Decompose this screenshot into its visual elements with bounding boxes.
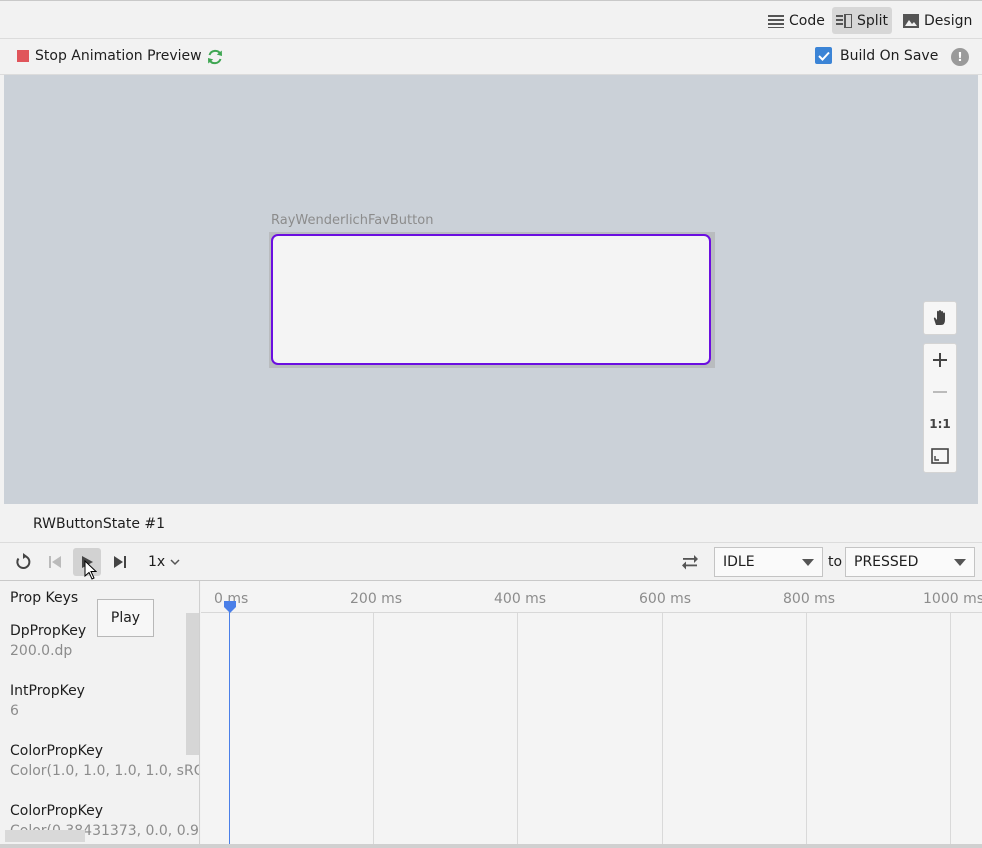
lines-icon bbox=[768, 14, 784, 28]
tick-label: 400 ms bbox=[494, 591, 547, 607]
prop-key: ColorPropKey bbox=[10, 803, 104, 819]
prop-value: Color(1.0, 1.0, 1.0, 1.0, sRGB IEC61966-… bbox=[10, 763, 199, 779]
minus-icon bbox=[933, 391, 947, 393]
chevron-down-icon bbox=[170, 559, 180, 566]
dropdown-arrow-icon bbox=[954, 559, 966, 566]
design-canvas[interactable]: RayWenderlichFavButton 1:1 bbox=[4, 75, 978, 504]
jump-to-start-button[interactable] bbox=[44, 551, 66, 573]
prop-value: 6 bbox=[10, 703, 19, 719]
horizontal-scrollbar[interactable] bbox=[5, 830, 85, 842]
mouse-cursor-icon bbox=[84, 560, 97, 580]
dropdown-arrow-icon bbox=[802, 559, 814, 566]
component-name-label: RayWenderlichFavButton bbox=[271, 213, 434, 228]
component-preview[interactable] bbox=[271, 234, 711, 365]
split-icon bbox=[836, 13, 852, 28]
prop-value: 200.0.dp bbox=[10, 643, 73, 659]
skip-back-icon bbox=[49, 556, 61, 568]
speed-value: 1x bbox=[148, 554, 166, 570]
gridline bbox=[662, 613, 663, 848]
playhead-handle[interactable] bbox=[223, 600, 237, 614]
plus-icon bbox=[933, 353, 947, 367]
state-tab-bar: RWButtonState #1 bbox=[0, 504, 982, 543]
to-state-value: PRESSED bbox=[854, 554, 919, 570]
prop-row[interactable]: IntPropKey 6 bbox=[10, 683, 85, 719]
design-view-button[interactable]: Design bbox=[899, 7, 976, 34]
gridline bbox=[373, 613, 374, 848]
skip-forward-icon bbox=[114, 556, 126, 568]
tick-label: 600 ms bbox=[639, 591, 692, 607]
checkmark-icon bbox=[817, 51, 830, 61]
stop-icon[interactable] bbox=[17, 50, 29, 62]
code-view-label: Code bbox=[789, 12, 825, 29]
canvas-tools: 1:1 bbox=[923, 301, 957, 481]
refresh-icon[interactable] bbox=[206, 48, 224, 66]
view-mode-bar: Code Split Design bbox=[0, 0, 982, 39]
from-state-value: IDLE bbox=[723, 554, 755, 570]
hand-icon bbox=[933, 310, 945, 325]
build-on-save-label[interactable]: Build On Save bbox=[840, 48, 938, 64]
prop-key: ColorPropKey bbox=[10, 743, 104, 759]
actual-size-button[interactable]: 1:1 bbox=[924, 408, 956, 440]
zoom-out-button[interactable] bbox=[924, 376, 956, 408]
timeline-panel[interactable]: 0 ms 200 ms 400 ms 600 ms 800 ms 1000 ms bbox=[201, 581, 982, 848]
zoom-to-fit-button[interactable] bbox=[924, 440, 956, 472]
gridline bbox=[806, 613, 807, 848]
gridline bbox=[950, 613, 951, 848]
prop-keys-header: Prop Keys bbox=[10, 590, 79, 606]
restart-button[interactable] bbox=[12, 551, 34, 573]
split-view-button[interactable]: Split bbox=[832, 7, 893, 34]
to-state-select[interactable]: PRESSED bbox=[845, 547, 975, 577]
jump-to-end-button[interactable] bbox=[109, 551, 131, 573]
timeline-ruler[interactable]: 0 ms 200 ms 400 ms 600 ms 800 ms 1000 ms bbox=[201, 581, 982, 613]
playback-controls: 1x IDLE to PRESSED bbox=[0, 543, 982, 581]
tick-label: 1000 ms bbox=[923, 591, 982, 607]
code-view-button[interactable]: Code bbox=[764, 7, 829, 34]
prop-key: DpPropKey bbox=[10, 623, 87, 639]
fit-screen-icon bbox=[931, 448, 949, 464]
gridline bbox=[517, 613, 518, 848]
image-icon bbox=[903, 13, 919, 28]
split-view-label: Split bbox=[857, 12, 889, 29]
vertical-scrollbar[interactable] bbox=[186, 613, 199, 755]
from-state-select[interactable]: IDLE bbox=[714, 547, 823, 577]
preview-toolbar: Stop Animation Preview Build On Save ! bbox=[0, 39, 982, 75]
stop-animation-preview-button[interactable]: Stop Animation Preview bbox=[35, 48, 202, 64]
swap-states-icon[interactable] bbox=[681, 553, 699, 571]
tick-label: 200 ms bbox=[350, 591, 403, 607]
build-on-save-checkbox[interactable] bbox=[815, 47, 832, 64]
window-bottom-border bbox=[0, 844, 982, 848]
warning-icon[interactable]: ! bbox=[951, 48, 969, 66]
replay-icon bbox=[16, 553, 31, 569]
tick-label: 800 ms bbox=[783, 591, 836, 607]
prop-row[interactable]: DpPropKey 200.0.dp bbox=[10, 623, 86, 659]
prop-row[interactable]: ColorPropKey Color(1.0, 1.0, 1.0, 1.0, s… bbox=[10, 743, 199, 779]
prop-key: IntPropKey bbox=[10, 683, 85, 699]
design-view-label: Design bbox=[924, 12, 973, 29]
speed-selector[interactable]: 1x bbox=[148, 554, 180, 570]
play-tooltip: Play bbox=[97, 599, 154, 637]
zoom-in-button[interactable] bbox=[924, 344, 956, 376]
to-label: to bbox=[828, 554, 843, 570]
pan-hand-button[interactable] bbox=[924, 302, 956, 334]
state-tab[interactable]: RWButtonState #1 bbox=[33, 516, 165, 532]
playhead-line bbox=[229, 609, 230, 848]
